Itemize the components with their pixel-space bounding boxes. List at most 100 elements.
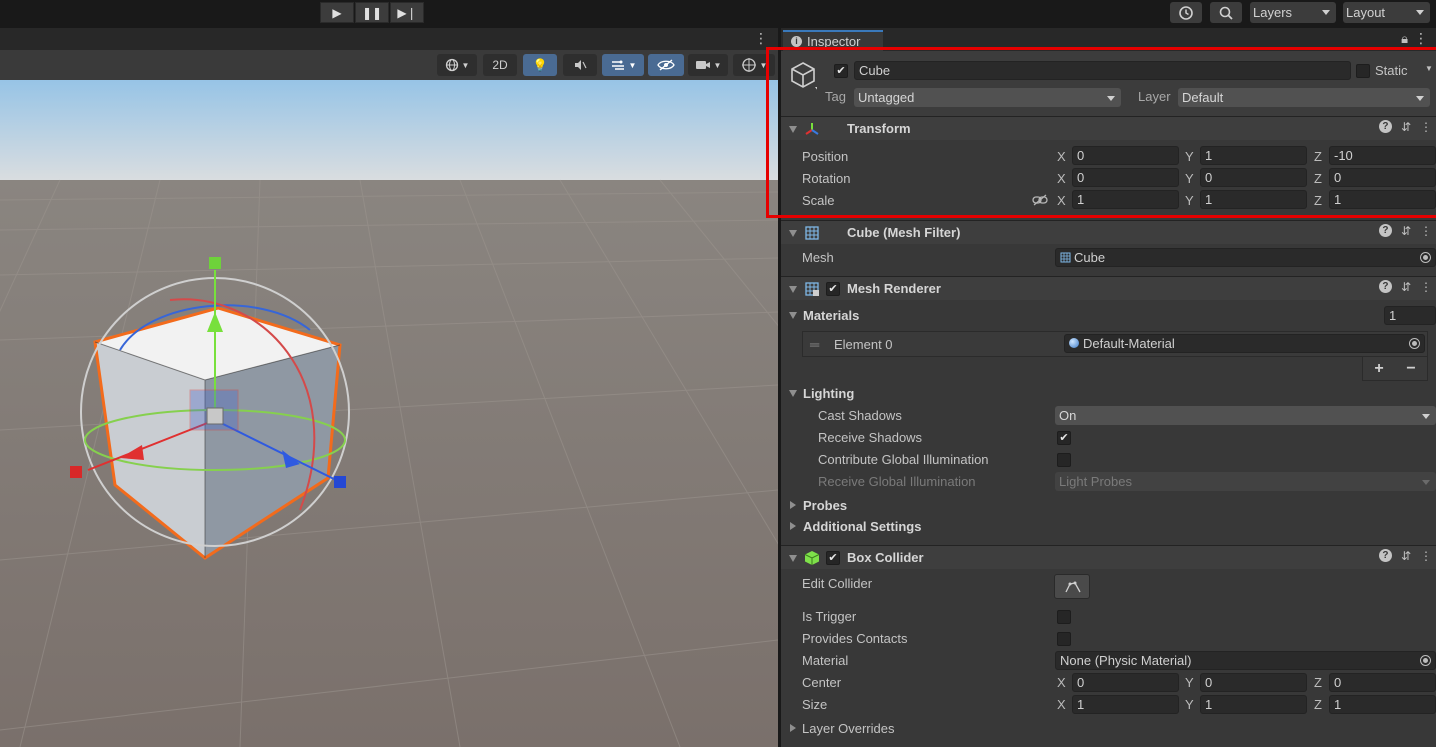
center-z-field[interactable]: 0 [1329,673,1436,692]
box-collider-header[interactable]: ✔ Box Collider ? ⇵ ⋮ [781,545,1436,569]
more-options-icon[interactable]: ⋮ [1420,120,1432,134]
additional-settings-row[interactable]: Additional Settings [781,516,1436,538]
tag-dropdown[interactable]: Untagged [854,88,1121,107]
help-icon[interactable]: ? [1378,549,1392,562]
pause-button[interactable]: ❚❚ [355,2,389,23]
object-picker-icon[interactable] [1420,252,1431,263]
presets-icon[interactable]: ⇵ [1401,549,1411,563]
foldout-arrow-icon[interactable] [789,126,797,133]
layer-dropdown[interactable]: Default [1178,88,1430,107]
help-icon[interactable]: ? [1378,224,1392,237]
mesh-renderer-header[interactable]: ✔ Mesh Renderer ? ⇵ ⋮ [781,276,1436,300]
presets-icon[interactable]: ⇵ [1401,224,1411,238]
help-icon[interactable]: ? [1378,120,1392,133]
add-element-button[interactable]: + [1374,360,1383,378]
object-name-field[interactable]: Cube [854,61,1351,80]
transform-header[interactable]: Transform ? ⇵ ⋮ [781,116,1436,140]
play-button[interactable]: ▶ [320,2,354,23]
element-0-label: Element 0 [834,337,893,352]
foldout-arrow-icon[interactable] [789,390,797,397]
presets-icon[interactable]: ⇵ [1401,280,1411,294]
rotation-z-field[interactable]: 0 [1329,168,1436,187]
foldout-arrow-icon[interactable] [789,230,797,237]
rotation-y-field[interactable]: 0 [1200,168,1307,187]
step-button[interactable]: ▶❘ [390,2,424,23]
more-options-icon[interactable]: ⋮ [1420,280,1432,294]
foldout-arrow-icon[interactable] [789,286,797,293]
mesh-filter-header[interactable]: Cube (Mesh Filter) ? ⇵ ⋮ [781,220,1436,244]
is-trigger-label: Is Trigger [802,609,857,624]
scale-z-field[interactable]: 1 [1329,190,1436,209]
constrain-proportions-icon[interactable] [1032,194,1048,206]
position-y-field[interactable]: 1 [1200,146,1307,165]
lighting-row[interactable]: Lighting [781,383,1436,405]
static-checkbox[interactable] [1356,64,1370,78]
gizmos-button[interactable]: ▼ [733,54,775,76]
more-options-icon[interactable]: ⋮ [1420,224,1432,238]
contribute-gi-checkbox[interactable] [1057,453,1071,467]
size-z-field[interactable]: 1 [1329,695,1436,714]
collider-material-field[interactable]: None (Physic Material) [1055,651,1436,670]
receive-gi-dropdown: Light Probes [1055,472,1436,491]
more-options-icon[interactable]: ⋮ [754,30,768,47]
more-options-icon[interactable]: ⋮ [1420,549,1432,563]
remove-element-button[interactable]: − [1406,360,1415,378]
tab-inspector[interactable]: i Inspector [783,30,883,51]
materials-count-field[interactable]: 1 [1384,306,1436,325]
is-trigger-checkbox[interactable] [1057,610,1071,624]
edit-collider-button[interactable] [1054,574,1090,599]
drag-handle-icon[interactable]: ═ [810,337,819,352]
hidden-objects-toggle[interactable] [648,54,684,76]
lighting-toggle[interactable]: 💡 [523,54,557,76]
scale-y-field[interactable]: 1 [1200,190,1307,209]
audio-toggle[interactable] [563,54,597,76]
object-picker-icon[interactable] [1409,338,1420,349]
size-y-field[interactable]: 1 [1200,695,1307,714]
effects-toggle[interactable]: ▼ [602,54,644,76]
foldout-arrow-icon[interactable] [790,522,796,530]
layer-overrides-row[interactable]: Layer Overrides [781,718,1436,740]
center-x-field[interactable]: 0 [1072,673,1179,692]
rotation-x-field[interactable]: 0 [1072,168,1179,187]
position-z-field[interactable]: -10 [1329,146,1436,165]
search-button[interactable] [1210,2,1242,23]
foldout-arrow-icon[interactable] [790,724,796,732]
draw-mode-button[interactable]: ▼ [437,54,477,76]
presets-icon[interactable]: ⇵ [1401,120,1411,134]
axis-z-label: Z [1314,171,1322,186]
cast-shadows-dropdown[interactable]: On [1055,406,1436,425]
element-0-material-field[interactable]: Default-Material [1064,334,1425,353]
size-x-field[interactable]: 1 [1072,695,1179,714]
more-options-icon[interactable]: ⋮ [1414,30,1428,47]
mesh-renderer-enabled-checkbox[interactable]: ✔ [826,282,840,296]
provides-contacts-checkbox[interactable] [1057,632,1071,646]
chevron-down-icon: ▼ [628,60,637,70]
chevron-down-icon[interactable]: ▼ [1425,64,1433,73]
history-button[interactable] [1170,2,1202,23]
2d-toggle[interactable]: 2D [483,54,517,76]
box-collider-enabled-checkbox[interactable]: ✔ [826,551,840,565]
edit-collider-row: Edit Collider [781,573,1436,601]
receive-gi-row: Receive Global Illumination Light Probes [781,471,1436,493]
scene-viewport[interactable] [0,80,778,747]
layers-dropdown[interactable]: Layers [1250,2,1336,23]
foldout-arrow-icon[interactable] [789,555,797,562]
provides-contacts-label: Provides Contacts [802,631,908,646]
active-checkbox[interactable]: ✔ [834,64,848,78]
scale-x-field[interactable]: 1 [1072,190,1179,209]
mesh-object-field[interactable]: Cube [1055,248,1436,267]
materials-row[interactable]: Materials 1 [781,305,1436,327]
help-icon[interactable]: ? [1378,280,1392,293]
inspector-tab-label: Inspector [807,34,861,49]
lock-icon[interactable]: 🔒︎ [1401,31,1408,47]
layout-dropdown[interactable]: Layout [1343,2,1430,23]
foldout-arrow-icon[interactable] [790,501,796,509]
scene-render[interactable] [0,80,778,747]
object-picker-icon[interactable] [1420,655,1431,666]
camera-settings-button[interactable]: ▼ [688,54,728,76]
center-y-field[interactable]: 0 [1200,673,1307,692]
receive-shadows-checkbox[interactable]: ✔ [1057,431,1071,445]
foldout-arrow-icon[interactable] [789,312,797,319]
position-x-field[interactable]: 0 [1072,146,1179,165]
probes-row[interactable]: Probes [781,495,1436,517]
